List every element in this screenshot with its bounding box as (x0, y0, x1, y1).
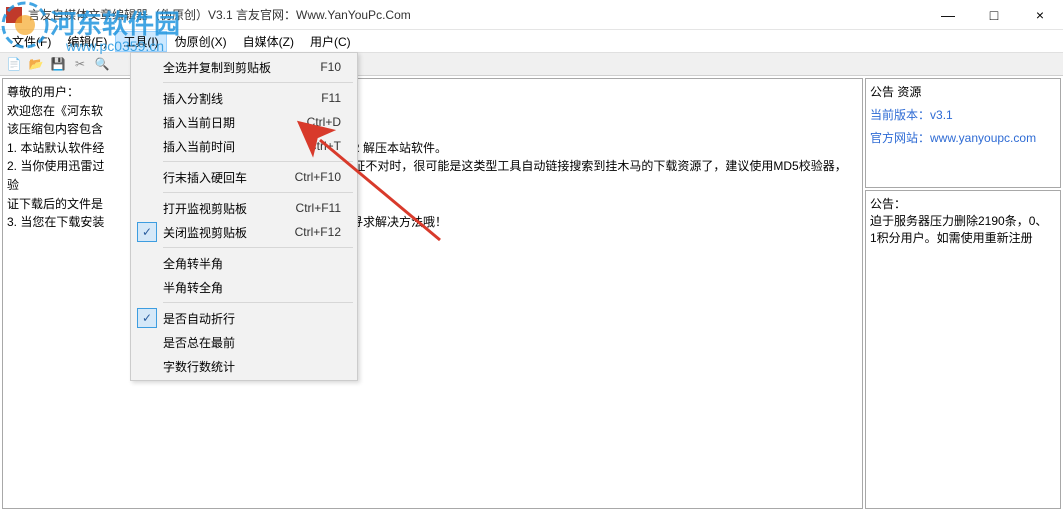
menu-separator (163, 192, 353, 193)
menu-separator (163, 82, 353, 83)
version-row: 当前版本：v3.1 (870, 106, 1056, 123)
check-icon: ✓ (137, 308, 157, 328)
tool-icon[interactable]: ✂ (70, 54, 90, 74)
window-controls: — □ × (925, 0, 1063, 30)
menu-separator (163, 247, 353, 248)
notice-line: 1积分用户。如需使用重新注册 (870, 229, 1056, 246)
menu-separator (163, 161, 353, 162)
menu-entry-shortcut: Ctrl+F10 (295, 170, 355, 184)
close-button[interactable]: × (1017, 0, 1063, 30)
site-row: 官方网站：www.yanyoupc.com (870, 129, 1056, 146)
save-icon[interactable]: 💾 (48, 54, 68, 74)
menu-entry[interactable]: 行末插入硬回车Ctrl+F10 (133, 165, 355, 189)
menu-entry-label: 插入分割线 (163, 90, 321, 107)
open-file-icon[interactable]: 📂 (26, 54, 46, 74)
menu-entry[interactable]: 全选并复制到剪贴板F10 (133, 55, 355, 79)
menu-entry[interactable]: ✓ 是否自动折行 (133, 306, 355, 330)
check-icon: ✓ (137, 222, 157, 242)
menu-entry-label: 全选并复制到剪贴板 (163, 59, 320, 76)
tools-dropdown: 全选并复制到剪贴板F10插入分割线F11插入当前日期Ctrl+D插入当前时间Ct… (130, 52, 358, 381)
menu-entry-shortcut: F10 (320, 60, 355, 74)
site-link[interactable]: www.yanyoupc.com (930, 131, 1036, 145)
titlebar: 言友自媒体文章编辑器（伪原创）V3.1 言友官网：Www.YanYouPc.Co… (0, 0, 1063, 30)
new-file-icon[interactable]: 📄 (4, 54, 24, 74)
menu-item-0[interactable]: 文件(F) (4, 31, 59, 52)
info-panel: 公告 资源 当前版本：v3.1 官方网站：www.yanyoupc.com (865, 78, 1061, 188)
menu-entry[interactable]: 插入分割线F11 (133, 86, 355, 110)
menu-entry[interactable]: ✓ 关闭监视剪贴板Ctrl+F12 (133, 220, 355, 244)
menu-entry-shortcut: Ctrl+T (308, 139, 355, 153)
menu-entry-shortcut: Ctrl+F11 (296, 201, 355, 215)
menu-entry-shortcut: Ctrl+D (307, 115, 355, 129)
notice-line: 迫于服务器压力删除2190条，0、 (870, 212, 1056, 229)
menu-entry-label: 关闭监视剪贴板 (163, 224, 295, 241)
menu-entry-label: 插入当前时间 (163, 138, 308, 155)
menubar: 文件(F)编辑(E)工具(I)伪原创(X)自媒体(Z)用户(C) (0, 30, 1063, 52)
minimize-button[interactable]: — (925, 0, 971, 30)
menu-entry-shortcut: Ctrl+F12 (295, 225, 355, 239)
menu-entry-label: 字数行数统计 (163, 358, 341, 375)
maximize-button[interactable]: □ (971, 0, 1017, 30)
menu-entry-label: 是否总在最前 (163, 334, 341, 351)
side-panel: 公告 资源 当前版本：v3.1 官方网站：www.yanyoupc.com 公告… (865, 78, 1061, 509)
menu-item-3[interactable]: 伪原创(X) (167, 31, 235, 52)
menu-entry[interactable]: 全角转半角 (133, 251, 355, 275)
menu-entry-label: 半角转全角 (163, 279, 341, 296)
menu-item-4[interactable]: 自媒体(Z) (235, 31, 302, 52)
side-tabs[interactable]: 公告 资源 (870, 83, 1056, 100)
menu-entry[interactable]: 字数行数统计 (133, 354, 355, 378)
menu-entry-label: 全角转半角 (163, 255, 341, 272)
menu-entry-label: 打开监视剪贴板 (163, 200, 296, 217)
app-icon (6, 7, 22, 23)
menu-item-2[interactable]: 工具(I) (115, 31, 166, 52)
notice-title: 公告： (870, 195, 1056, 212)
menu-entry-label: 是否自动折行 (163, 310, 341, 327)
window-title: 言友自媒体文章编辑器（伪原创）V3.1 言友官网：Www.YanYouPc.Co… (28, 6, 925, 23)
notice-panel: 公告： 迫于服务器压力删除2190条，0、 1积分用户。如需使用重新注册 (865, 190, 1061, 509)
menu-separator (163, 302, 353, 303)
menu-entry-label: 行末插入硬回车 (163, 169, 295, 186)
menu-item-1[interactable]: 编辑(E) (59, 31, 115, 52)
menu-entry-shortcut: F11 (321, 91, 355, 105)
menu-entry[interactable]: 半角转全角 (133, 275, 355, 299)
menu-entry[interactable]: 插入当前时间Ctrl+T (133, 134, 355, 158)
menu-entry-label: 插入当前日期 (163, 114, 307, 131)
menu-item-5[interactable]: 用户(C) (302, 31, 359, 52)
menu-entry[interactable]: 插入当前日期Ctrl+D (133, 110, 355, 134)
find-icon[interactable]: 🔍 (92, 54, 112, 74)
menu-entry[interactable]: 打开监视剪贴板Ctrl+F11 (133, 196, 355, 220)
menu-entry[interactable]: 是否总在最前 (133, 330, 355, 354)
